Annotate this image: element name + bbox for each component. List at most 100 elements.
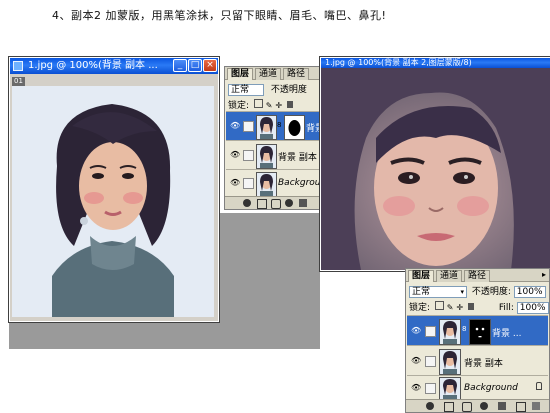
- layer-row[interactable]: 👁 8 背景 ...: [407, 315, 548, 346]
- link-layers-icon[interactable]: [243, 199, 251, 207]
- tutorial-caption: 4、副本2 加蒙版，用黑笔涂抹，只留下眼睛、眉毛、嘴巴、鼻孔!: [52, 9, 387, 22]
- lock-all-icon[interactable]: [467, 303, 474, 310]
- lock-icon: [536, 382, 542, 390]
- layer-name: 背景 副本: [278, 153, 317, 163]
- link-layers-icon[interactable]: [426, 402, 434, 410]
- adjustment-layer-icon[interactable]: [285, 199, 293, 207]
- layer-style-icon[interactable]: [257, 199, 267, 209]
- visibility-eye-icon[interactable]: 👁: [411, 383, 421, 393]
- lock-brush-icon[interactable]: ✎: [447, 303, 454, 312]
- document-window[interactable]: 1.jpg @ 100%(背景 副本 ... _ □ × 01: [9, 57, 219, 322]
- opacity-input[interactable]: 100%: [513, 285, 546, 298]
- layer-thumbnail: [256, 172, 277, 197]
- layer-thumbnail: [439, 377, 461, 400]
- layer-row[interactable]: 👁 Background: [407, 375, 548, 400]
- panel-footer: [406, 399, 549, 412]
- face-closeup[interactable]: [321, 68, 550, 270]
- trash-icon[interactable]: [532, 402, 540, 410]
- new-layer-icon[interactable]: [516, 402, 526, 412]
- lock-row: 锁定: ✎ ✛: [228, 98, 318, 111]
- lock-label: 锁定:: [409, 303, 431, 313]
- visibility-eye-icon[interactable]: 👁: [230, 150, 240, 160]
- layer-name: 背景 ...: [492, 329, 522, 339]
- document-titlebar[interactable]: 1.jpg @ 100%(背景 副本 ... _ □ ×: [10, 58, 218, 74]
- layer-row[interactable]: 👁 背景 副本: [407, 345, 548, 376]
- chevron-down-icon: ▾: [460, 287, 464, 296]
- preview-title: 1.jpg @ 100%(背景 副本 2,图层蒙版/8): [325, 58, 472, 67]
- document-corner-tag: 01: [12, 77, 25, 86]
- blend-mode-value: 正常: [231, 84, 250, 95]
- visibility-eye-icon[interactable]: 👁: [230, 121, 240, 131]
- panel-tabs: 图层 通道 路径: [225, 67, 321, 80]
- layer-style-icon[interactable]: [444, 402, 454, 412]
- mask-link-icon[interactable]: 8: [462, 325, 466, 333]
- mask-link-icon[interactable]: 8: [277, 121, 281, 130]
- blend-mode-value: 正常: [412, 286, 431, 297]
- preview-window[interactable]: 1.jpg @ 100%(背景 副本 2,图层蒙版/8): [320, 57, 550, 271]
- face-closeup-image: [321, 68, 550, 270]
- layer-thumbnail: [256, 115, 277, 140]
- blend-mode-select[interactable]: 正常: [228, 83, 264, 96]
- lock-transparency-icon[interactable]: [253, 99, 263, 108]
- layer-mask-thumbnail[interactable]: [469, 319, 491, 345]
- add-mask-icon[interactable]: [271, 199, 281, 209]
- corner-tag-text: 01: [14, 77, 23, 85]
- add-mask-icon[interactable]: [462, 402, 472, 412]
- lock-move-icon[interactable]: ✛: [275, 101, 282, 110]
- brush-state-icon: [425, 326, 436, 337]
- document-icon: [13, 61, 23, 71]
- tab-channels[interactable]: 通道: [255, 68, 282, 80]
- lock-all-icon[interactable]: [286, 101, 293, 108]
- tab-channels[interactable]: 通道: [436, 270, 463, 282]
- tab-paths[interactable]: 路径: [283, 68, 310, 80]
- lock-row: 锁定: ✎ ✛ Fill: 100%: [409, 300, 549, 314]
- visibility-eye-icon[interactable]: 👁: [411, 356, 421, 366]
- layer-row[interactable]: 👁 Background: [226, 169, 332, 197]
- layer-thumbnail: [256, 144, 277, 169]
- layer-row[interactable]: 👁 8 背景: [226, 111, 324, 141]
- layer-thumbnail: [439, 319, 461, 345]
- tab-paths[interactable]: 路径: [464, 270, 491, 282]
- brush-state-icon: [243, 121, 254, 132]
- tab-layers[interactable]: 图层: [408, 270, 435, 282]
- maximize-button[interactable]: □: [188, 59, 202, 72]
- new-group-icon[interactable]: [299, 199, 307, 207]
- visibility-eye-icon[interactable]: 👁: [230, 178, 240, 188]
- opacity-value: 100%: [516, 286, 543, 297]
- fill-input[interactable]: 100%: [516, 301, 549, 314]
- visibility-eye-icon[interactable]: 👁: [411, 326, 421, 336]
- panel-menu-icon[interactable]: ▸: [542, 270, 546, 279]
- layer-row[interactable]: 👁 背景 副本: [226, 140, 320, 170]
- fill-value: 100%: [519, 302, 546, 313]
- layer-name: 背景 副本: [464, 359, 503, 369]
- portrait-photo[interactable]: [12, 86, 214, 317]
- adjustment-layer-icon[interactable]: [480, 402, 488, 410]
- layer-link-box[interactable]: [243, 150, 254, 161]
- blend-row: 正常 ▾ 不透明度: 100%: [409, 284, 546, 298]
- minimize-button[interactable]: _: [173, 59, 187, 72]
- fill-label: Fill:: [498, 303, 514, 313]
- tab-layers[interactable]: 图层: [227, 68, 254, 80]
- layer-link-box[interactable]: [425, 383, 436, 394]
- portrait-image: [12, 86, 214, 317]
- layers-panel-bottom[interactable]: 图层 通道 路径 ▸ 正常 ▾ 不透明度: 100% 锁定: ✎ ✛ Fill: …: [405, 268, 550, 413]
- lock-label: 锁定:: [228, 101, 250, 111]
- blend-mode-select[interactable]: 正常 ▾: [409, 285, 467, 298]
- layer-link-box[interactable]: [425, 356, 436, 367]
- blend-row: 正常 不透明度: [228, 82, 318, 96]
- lock-transparency-icon[interactable]: [434, 301, 444, 310]
- new-group-icon[interactable]: [498, 402, 506, 410]
- lock-brush-icon[interactable]: ✎: [266, 101, 273, 110]
- layer-link-box[interactable]: [243, 178, 254, 189]
- layer-name: Background: [464, 383, 518, 393]
- opacity-label: 不透明度:: [471, 287, 511, 297]
- layers-panel-top[interactable]: 图层 通道 路径 正常 不透明度 锁定: ✎ ✛ 👁 8 背景 👁 背景 副本 …: [224, 66, 332, 210]
- panel-tabs: 图层 通道 路径 ▸: [406, 269, 549, 282]
- lock-move-icon[interactable]: ✛: [456, 303, 463, 312]
- preview-titlebar[interactable]: 1.jpg @ 100%(背景 副本 2,图层蒙版/8): [321, 58, 550, 68]
- document-title: 1.jpg @ 100%(背景 副本 ...: [28, 60, 158, 71]
- layer-mask-thumbnail[interactable]: [284, 115, 305, 140]
- close-button[interactable]: ×: [203, 59, 217, 72]
- opacity-label: 不透明度: [270, 85, 307, 95]
- panel-footer: [225, 196, 321, 209]
